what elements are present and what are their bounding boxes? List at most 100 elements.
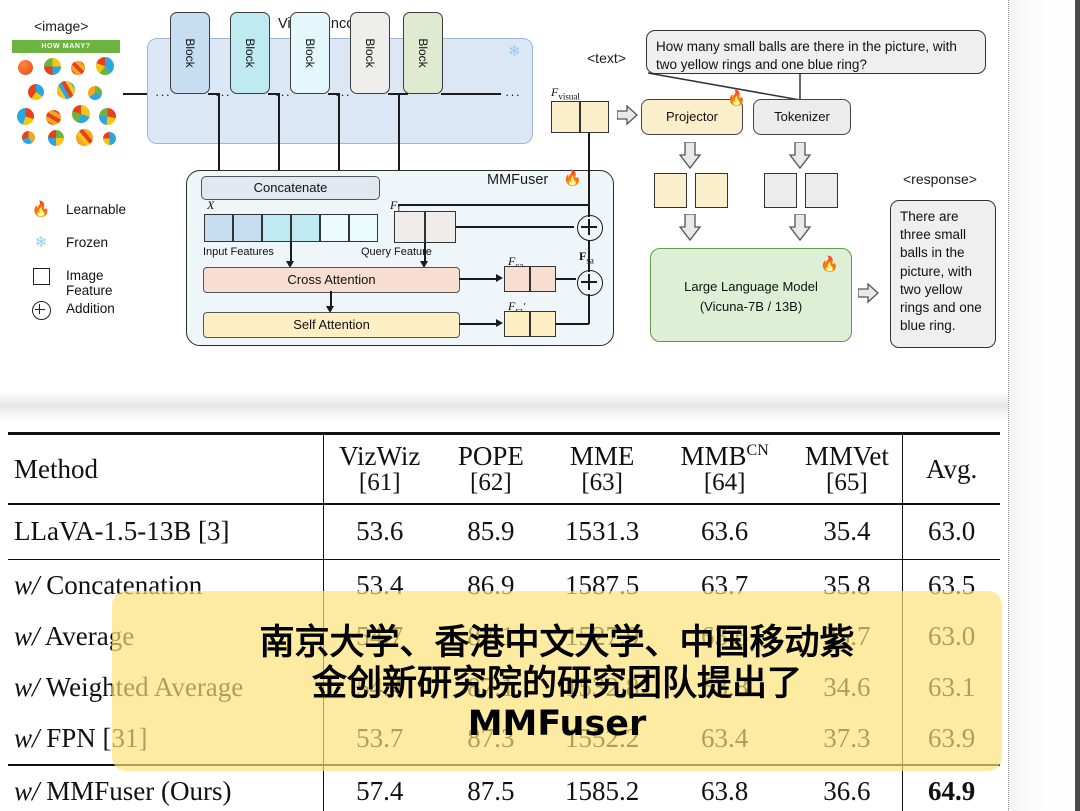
down-arrow-icon: [679, 142, 702, 170]
input-feature-cell: [233, 214, 262, 242]
circled-plus-icon: [30, 301, 52, 320]
encoder-block-2: Block: [230, 12, 270, 94]
col-header-avg: Avg.: [902, 435, 1000, 504]
block-label: Block: [416, 38, 430, 68]
encoder-block-1: Block: [170, 12, 210, 94]
circled-plus-icon: [577, 270, 603, 296]
cell-method: w/ MMFuser (Ours): [14, 775, 232, 806]
table-row: LLaVA-1.5-13B [3] 53.6 85.9 1531.3 63.6 …: [8, 504, 1000, 559]
input-feature-cell: [262, 214, 291, 242]
mmfuser-title: MMFuser: [487, 172, 549, 188]
response-tag-label: <response>: [903, 171, 977, 187]
cell-pope: 87.5: [467, 775, 515, 806]
col-header-mmvet: MMVet [65]: [804, 441, 889, 497]
table-header-row: Method VizWiz [61] POPE [62] MME [63] MMBCN…: [8, 435, 1000, 504]
fat-arrow-icon: [858, 283, 879, 304]
cell-mmb: 63.8: [701, 775, 749, 806]
ellipsis: ···: [155, 87, 171, 102]
square-outline-icon: [30, 268, 52, 286]
legend-label: Learnable: [66, 202, 127, 217]
snowflake-icon: ❄: [508, 43, 521, 60]
text-tag-label: <text>: [587, 50, 626, 66]
cell-vizwiz: 53.6: [323, 504, 436, 559]
down-arrow-icon: [679, 214, 702, 242]
table-row: w/ MMFuser (Ours) 57.4 87.5 1585.2 63.8 …: [8, 765, 1000, 811]
circled-plus-icon: [577, 215, 603, 241]
col-header-mmb-cn: MMBCN [64]: [680, 441, 769, 497]
overlay-line-3: MMFuser: [467, 704, 647, 745]
fsa-prime-cell: [504, 311, 530, 337]
response-bubble: There are three small balls in the pictu…: [890, 200, 996, 348]
block-label: Block: [243, 38, 257, 68]
legend-label: Image Feature: [66, 268, 113, 298]
cell-pope: 85.9: [467, 516, 515, 547]
cell-avg: 64.9: [902, 765, 1000, 811]
query-feature-cell: [394, 211, 425, 243]
fvisual-cell: [580, 101, 609, 133]
legend-label: Addition: [66, 301, 115, 316]
snowflake-icon: ❄: [34, 234, 48, 251]
flame-icon: 🔥: [31, 201, 51, 218]
window-right-edge: [1075, 0, 1080, 811]
fsa-prime-cell: [530, 311, 556, 337]
block-label: Block: [303, 38, 317, 68]
page-separator: [0, 392, 1008, 422]
col-header-mme: MME [63]: [569, 441, 635, 497]
overlay-line-1: 南京大学、香港中文大学、中国移动紫: [259, 622, 855, 663]
encoder-block-4: Block: [350, 12, 390, 94]
overlay-line-2: 金创新研究院的研究团队提出了: [311, 663, 802, 704]
down-arrow-icon: [789, 142, 812, 170]
right-gutter: [1009, 0, 1075, 811]
cell-mmb: 63.6: [701, 516, 749, 547]
col-header-pope: POPE [62]: [457, 441, 524, 497]
input-feature-cell: [204, 214, 233, 242]
visual-token: [654, 173, 687, 208]
col-header-vizwiz: VizWiz [61]: [323, 435, 436, 504]
text-token: [764, 173, 797, 208]
cell-mmvet: 35.4: [823, 516, 871, 547]
fvisual-cell: [551, 101, 580, 133]
cell-mme: 1531.3: [565, 516, 640, 547]
down-arrow-icon: [789, 214, 812, 242]
text-token: [805, 173, 838, 208]
legend-label: Frozen: [66, 235, 109, 250]
x-label: X: [207, 198, 215, 212]
llm-line-2: (Vicuna-7B / 13B): [699, 299, 803, 314]
query-feature-label: Query Feature: [361, 246, 432, 258]
document-page: <image> HOW MANY? Vision Encoder ❄ ···: [0, 0, 1009, 811]
encoder-block-3: Block: [290, 12, 330, 94]
overlay-caption: 南京大学、香港中文大学、中国移动紫 金创新研究院的研究团队提出了 MMFuser: [112, 596, 1002, 772]
flame-icon: 🔥: [727, 90, 746, 107]
input-features-label: Input Features: [203, 246, 274, 258]
f-visual-label: Fvisual: [551, 85, 580, 102]
thumbnail-banner: HOW MANY?: [12, 40, 120, 53]
cell-avg: 63.0: [902, 504, 1000, 559]
query-feature-cell: [425, 211, 456, 243]
fca-cell: [530, 266, 556, 292]
concatenate-box: Concatenate: [201, 176, 380, 200]
cell-vizwiz: 57.4: [323, 765, 436, 811]
block-label: Block: [363, 38, 377, 68]
fat-arrow-icon: [617, 105, 638, 126]
cell-mme: 1585.2: [565, 775, 640, 806]
cell-mmvet: 36.6: [823, 775, 871, 806]
input-feature-cell: [291, 214, 320, 242]
cell-method: LLaVA-1.5-13B [3]: [14, 516, 230, 547]
flame-icon: 🔥: [820, 256, 839, 273]
question-bubble: How many small balls are there in the pi…: [646, 30, 986, 74]
input-feature-cell: [349, 214, 378, 242]
image-tag-label: <image>: [34, 18, 89, 34]
llm-line-1: Large Language Model: [684, 279, 818, 294]
encoder-block-5: Block: [403, 12, 443, 94]
input-feature-cell: [320, 214, 349, 242]
ellipsis: ···: [505, 87, 521, 102]
tokenizer-box: Tokenizer: [753, 99, 851, 135]
self-attention-box: Self Attention: [203, 312, 460, 338]
block-label: Block: [183, 38, 197, 68]
f-sa-bold-label: Fsa: [579, 249, 594, 266]
cross-attention-box: Cross Attention: [203, 267, 460, 293]
input-image-thumbnail: HOW MANY?: [10, 40, 122, 148]
architecture-diagram: <image> HOW MANY? Vision Encoder ❄ ···: [0, 0, 1008, 390]
col-header-method: Method: [14, 454, 98, 484]
visual-token: [695, 173, 728, 208]
